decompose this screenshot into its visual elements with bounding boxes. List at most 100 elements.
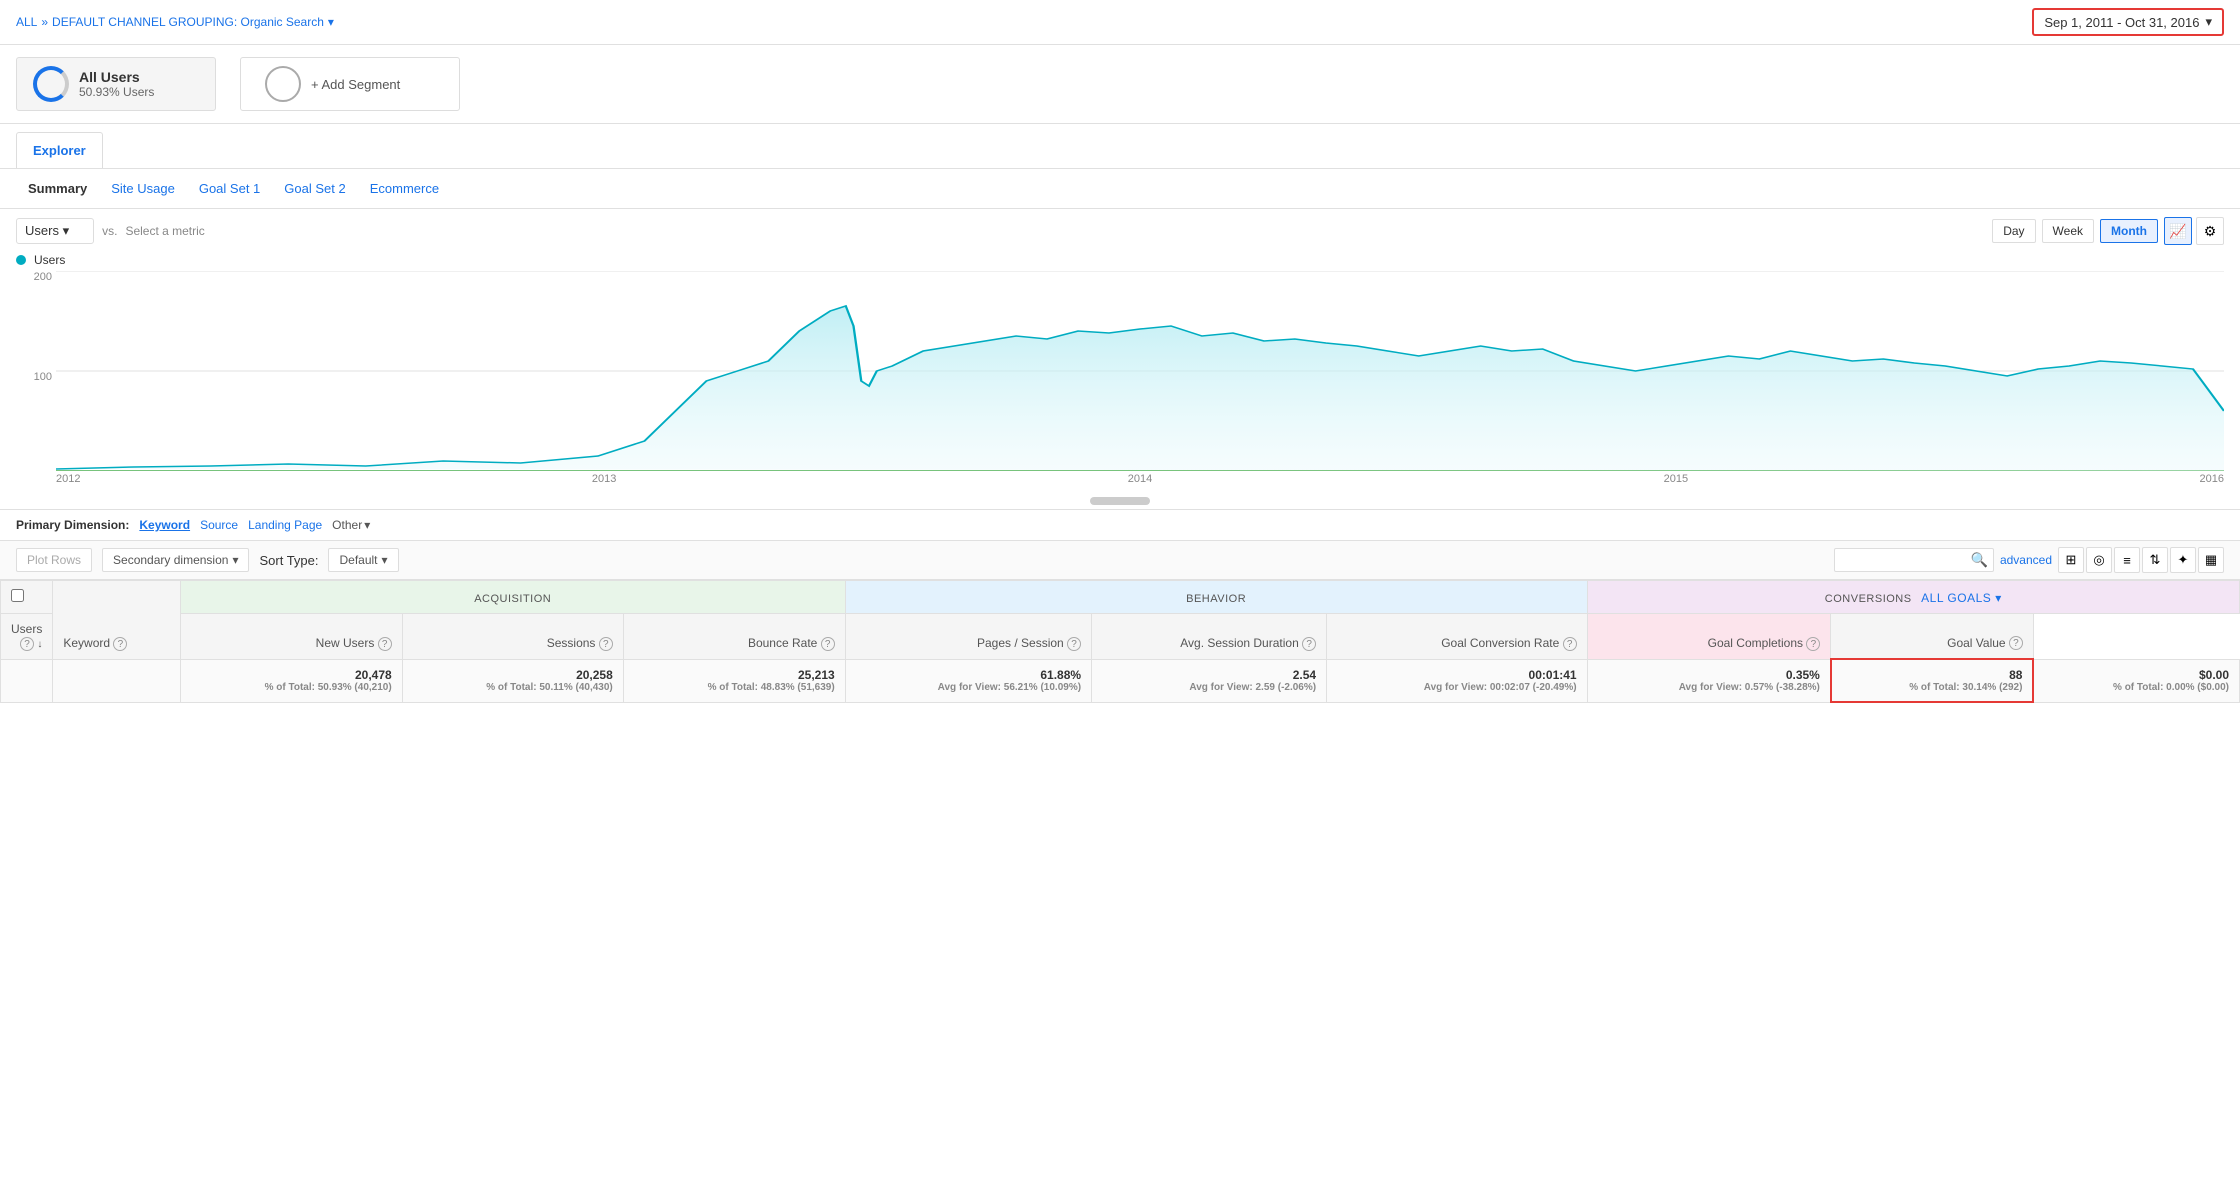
total-pages-avg: Avg for View: 2.59 (-2.06%) <box>1102 682 1316 693</box>
bounce-rate-col-header[interactable]: Bounce Rate ? <box>623 614 845 660</box>
users-help-icon[interactable]: ? <box>20 637 34 651</box>
primary-dim-label: Primary Dimension: <box>16 518 129 532</box>
total-goal-completions: 88 % of Total: 30.14% (292) <box>1831 659 2034 702</box>
compare-view-btn[interactable]: ⇅ <box>2142 547 2168 573</box>
advanced-filter-link[interactable]: advanced <box>2000 553 2052 567</box>
line-chart-btn[interactable]: 📈 <box>2164 217 2192 245</box>
pivot-view-btn[interactable]: ✦ <box>2170 547 2196 573</box>
total-users-pct: % of Total: 50.93% (40,210) <box>191 682 392 693</box>
total-goal-value: $0.00 % of Total: 0.00% ($0.00) <box>2033 659 2239 702</box>
metric-dropdown[interactable]: Users ▾ <box>16 218 94 244</box>
dim-source[interactable]: Source <box>200 518 238 532</box>
goal-completions-col-header[interactable]: Goal Completions ? <box>1587 614 1831 660</box>
data-table: Keyword ? Acquisition Behavior Conversio… <box>0 580 2240 703</box>
all-goals-dropdown[interactable]: All Goals ▾ <box>1921 591 2002 605</box>
goal-completions-help-icon[interactable]: ? <box>1806 637 1820 651</box>
acquisition-group-header: Acquisition <box>180 581 845 614</box>
date-range-picker[interactable]: Sep 1, 2011 - Oct 31, 2016 ▾ <box>2032 8 2224 36</box>
y-label-100: 100 <box>16 371 52 383</box>
grid-view-btn[interactable]: ⊞ <box>2058 547 2084 573</box>
keyword-help-icon[interactable]: ? <box>113 637 127 651</box>
search-icon[interactable]: 🔍 <box>1971 552 1988 569</box>
breadcrumb-sep: » <box>41 15 48 29</box>
avg-session-col-header[interactable]: Avg. Session Duration ? <box>1092 614 1327 660</box>
new-users-col-header[interactable]: New Users ? <box>180 614 402 660</box>
goal-value-col-header[interactable]: Goal Value ? <box>1831 614 2034 660</box>
behavior-group-header: Behavior <box>845 581 1587 614</box>
breadcrumb-channel[interactable]: DEFAULT CHANNEL GROUPING: Organic Search <box>52 15 324 29</box>
bounce-rate-help-icon[interactable]: ? <box>821 637 835 651</box>
total-new-users: 20,258 % of Total: 50.11% (40,430) <box>402 659 623 702</box>
chart-type-buttons: 📈 ⚙ <box>2164 217 2224 245</box>
scroll-thumb[interactable] <box>1090 497 1150 505</box>
explorer-tabs: Explorer <box>0 124 2240 169</box>
sub-tab-goal-set-2[interactable]: Goal Set 2 <box>272 177 357 200</box>
sort-type-label: Sort Type: <box>259 553 318 568</box>
total-completions-pct: % of Total: 30.14% (292) <box>1842 682 2023 693</box>
segment-sub: 50.93% Users <box>79 85 154 99</box>
chart-container: Users 200 100 <box>0 253 2240 493</box>
legend-dot-icon <box>16 255 26 265</box>
time-btn-day[interactable]: Day <box>1992 219 2035 243</box>
dim-landing-page[interactable]: Landing Page <box>248 518 322 532</box>
all-users-segment[interactable]: All Users 50.93% Users <box>16 57 216 111</box>
dim-other-dropdown[interactable]: Other ▾ <box>332 518 370 532</box>
sub-tab-goal-set-1[interactable]: Goal Set 1 <box>187 177 272 200</box>
total-new-users-pct: % of Total: 50.11% (40,430) <box>413 682 613 693</box>
new-users-help-icon[interactable]: ? <box>378 637 392 651</box>
goal-value-help-icon[interactable]: ? <box>2009 636 2023 650</box>
tab-explorer[interactable]: Explorer <box>16 132 103 168</box>
breadcrumb-all[interactable]: ALL <box>16 15 37 29</box>
sub-tab-summary[interactable]: Summary <box>16 177 99 200</box>
data-table-wrapper: Keyword ? Acquisition Behavior Conversio… <box>0 580 2240 703</box>
segment-circle-icon <box>33 66 69 102</box>
sort-arrow-icon: ↓ <box>37 639 42 650</box>
total-pages-session: 2.54 Avg for View: 2.59 (-2.06%) <box>1092 659 1327 702</box>
total-sessions: 25,213 % of Total: 48.83% (51,639) <box>623 659 845 702</box>
pages-session-help-icon[interactable]: ? <box>1067 637 1081 651</box>
breadcrumb: ALL » DEFAULT CHANNEL GROUPING: Organic … <box>16 15 334 29</box>
secondary-dimension-button[interactable]: Secondary dimension ▾ <box>102 548 249 572</box>
goal-conv-rate-col-header[interactable]: Goal Conversion Rate ? <box>1327 614 1588 660</box>
metric-selector: Users ▾ vs. Select a metric <box>16 218 205 244</box>
bar-view-btn[interactable]: ≡ <box>2114 547 2140 573</box>
goal-conv-rate-help-icon[interactable]: ? <box>1563 637 1577 651</box>
avg-session-help-icon[interactable]: ? <box>1302 637 1316 651</box>
chart-legend: Users <box>16 253 2224 267</box>
sessions-col-header[interactable]: Sessions ? <box>402 614 623 660</box>
pie-view-btn[interactable]: ◎ <box>2086 547 2112 573</box>
sub-tab-site-usage[interactable]: Site Usage <box>99 177 187 200</box>
time-btn-month[interactable]: Month <box>2100 219 2158 243</box>
dim-keyword[interactable]: Keyword <box>139 518 190 532</box>
percent-view-btn[interactable]: ▦ <box>2198 547 2224 573</box>
time-controls: Day Week Month 📈 ⚙ <box>1992 217 2224 245</box>
sessions-help-icon[interactable]: ? <box>599 637 613 651</box>
select-metric[interactable]: Select a metric <box>125 224 204 238</box>
add-segment-button[interactable]: + Add Segment <box>240 57 460 111</box>
breadcrumb-dropdown[interactable]: ▾ <box>328 15 334 29</box>
x-axis-labels: 2012 2013 2014 2015 2016 <box>16 471 2224 485</box>
y-label-200: 200 <box>16 271 52 283</box>
table-controls-right: 🔍 advanced ⊞ ◎ ≡ ⇅ ✦ ▦ <box>1834 547 2224 573</box>
checkbox-header[interactable] <box>1 581 53 614</box>
total-bounce-avg: Avg for View: 56.21% (10.09%) <box>856 682 1081 693</box>
sub-tab-ecommerce[interactable]: Ecommerce <box>358 177 451 200</box>
total-sessions-pct: % of Total: 48.83% (51,639) <box>634 682 835 693</box>
scroll-indicator[interactable] <box>0 497 2240 505</box>
total-users: 20,478 % of Total: 50.93% (40,210) <box>180 659 402 702</box>
total-goal-conv-rate: 0.35% Avg for View: 0.57% (-38.28%) <box>1587 659 1831 702</box>
total-duration-avg: Avg for View: 00:02:07 (-20.49%) <box>1337 682 1577 693</box>
keyword-header[interactable]: Keyword ? <box>53 581 180 660</box>
scatter-chart-btn[interactable]: ⚙ <box>2196 217 2224 245</box>
sort-type-button[interactable]: Default ▾ <box>328 548 398 572</box>
x-label-2016: 2016 <box>2200 473 2224 485</box>
total-avg-session: 00:01:41 Avg for View: 00:02:07 (-20.49%… <box>1327 659 1588 702</box>
select-all-checkbox[interactable] <box>11 589 24 602</box>
x-label-2013: 2013 <box>592 473 616 485</box>
total-conv-rate-avg: Avg for View: 0.57% (-38.28%) <box>1598 682 1820 693</box>
x-label-2014: 2014 <box>1128 473 1152 485</box>
users-col-header[interactable]: Users ? ↓ <box>1 614 53 660</box>
time-btn-week[interactable]: Week <box>2042 219 2094 243</box>
total-goal-value-pct: % of Total: 0.00% ($0.00) <box>2044 682 2229 693</box>
pages-session-col-header[interactable]: Pages / Session ? <box>845 614 1091 660</box>
